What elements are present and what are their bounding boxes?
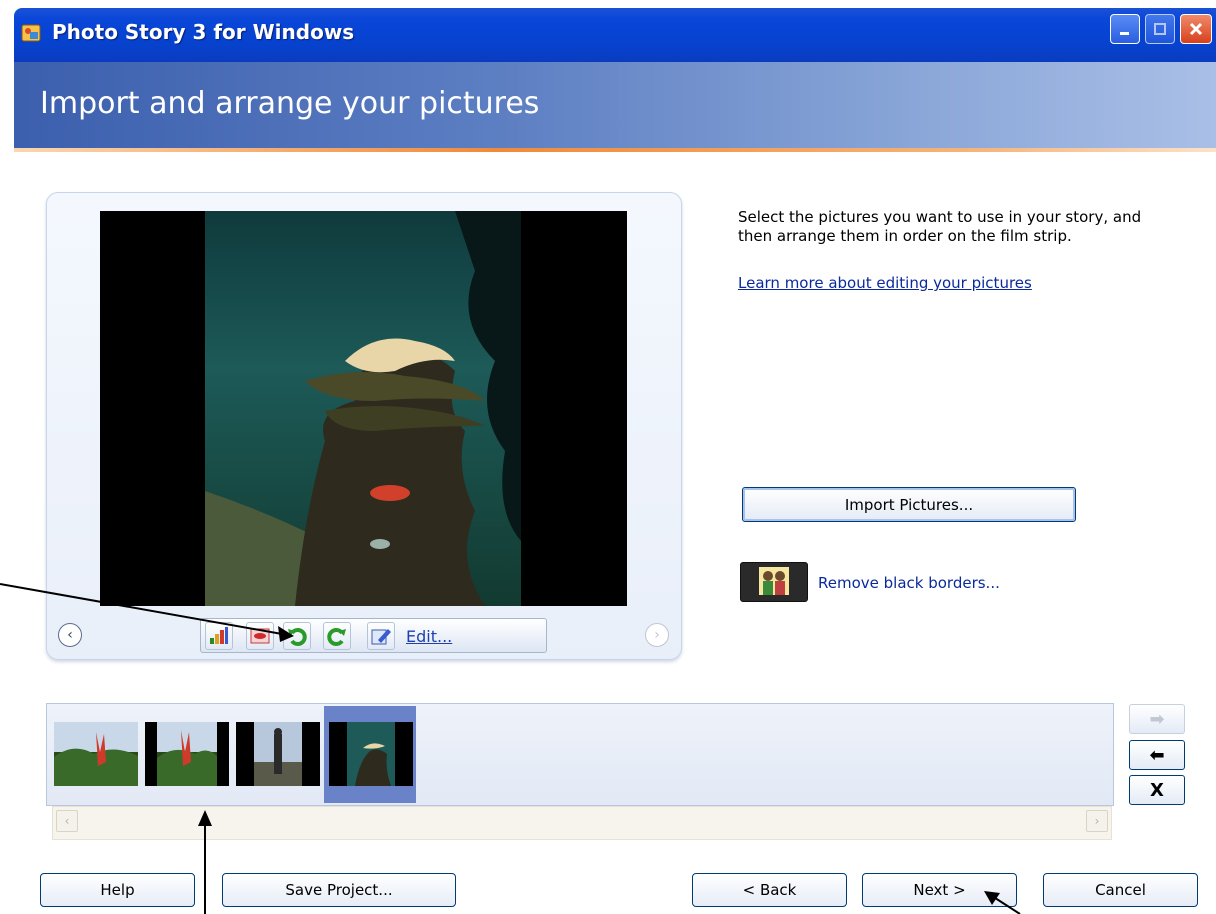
annotation-arrow-line — [0, 583, 283, 635]
annotation-arrows — [0, 583, 1021, 914]
annotation-arrow-line — [991, 895, 1021, 914]
annotation-arrowhead — [984, 891, 1000, 905]
annotation-arrowhead — [198, 810, 212, 826]
annotation-arrowhead — [278, 626, 294, 642]
